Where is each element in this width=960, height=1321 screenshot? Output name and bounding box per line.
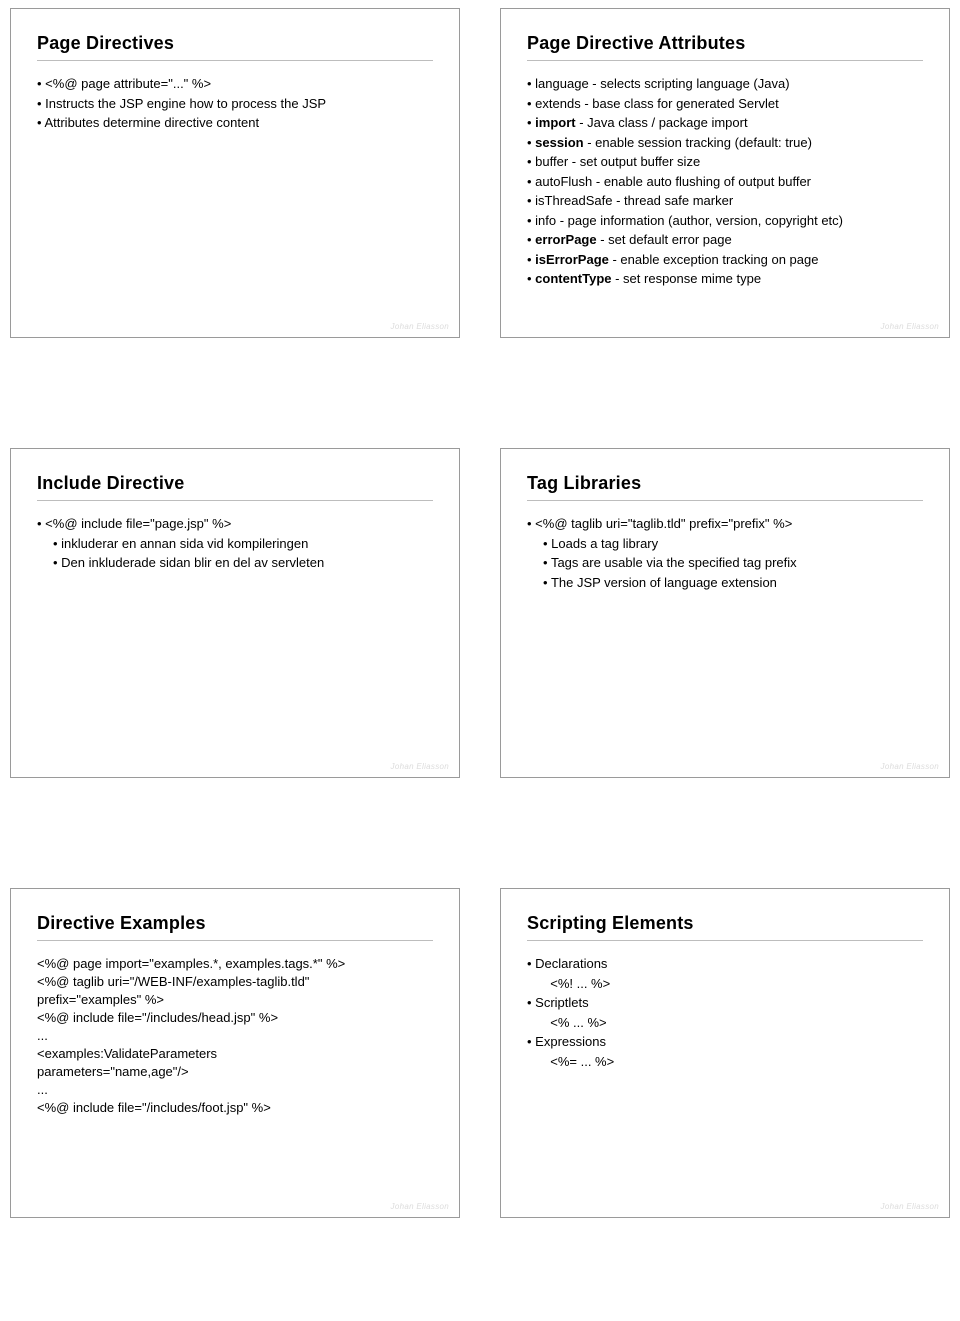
slide-body: Declarations <%! ... %> Scriptlets <% ..… [527, 955, 923, 1070]
slide-title: Tag Libraries [527, 473, 923, 494]
bullet-item: Scriptlets [527, 994, 923, 1012]
slide-row: Include Directive <%@ include file="page… [0, 448, 960, 778]
slide-row: Page Directives <%@ page attribute="..."… [0, 0, 960, 338]
slide-scripting-elements: Scripting Elements Declarations <%! ... … [500, 888, 950, 1218]
author-mark: Johan Eliasson [391, 1202, 449, 1211]
bullet-item: <%@ taglib uri="taglib.tld" prefix="pref… [527, 515, 923, 533]
divider [527, 60, 923, 61]
slide-body: <%@ page attribute="..." %> Instructs th… [37, 75, 433, 132]
bullet-item: <%@ include file="page.jsp" %> [37, 515, 433, 533]
bullet-list: <%@ include file="page.jsp" %> [37, 515, 433, 533]
syntax-text: <% ... %> [550, 1015, 606, 1030]
syntax-line: <% ... %> [543, 1014, 923, 1032]
syntax-line: <%= ... %> [543, 1053, 923, 1071]
syntax-text: <%! ... %> [550, 976, 610, 991]
divider [527, 500, 923, 501]
bullet-item: session - enable session tracking (defau… [527, 134, 923, 152]
slide-include-directive: Include Directive <%@ include file="page… [10, 448, 460, 778]
sub-bullet-list: <%! ... %> [527, 975, 923, 993]
bullet-item: isErrorPage - enable exception tracking … [527, 251, 923, 269]
bullet-list: <%@ page attribute="..." %> Instructs th… [37, 75, 433, 132]
bullet-item: info - page information (author, version… [527, 212, 923, 230]
sub-bullet-list: Loads a tag library Tags are usable via … [527, 535, 923, 592]
code-block: <%@ page import="examples.*, examples.ta… [37, 955, 433, 1116]
author-mark: Johan Eliasson [881, 322, 939, 331]
bullet-list: <%@ taglib uri="taglib.tld" prefix="pref… [527, 515, 923, 533]
bullet-list: Declarations [527, 955, 923, 973]
slide-tag-libraries: Tag Libraries <%@ taglib uri="taglib.tld… [500, 448, 950, 778]
author-mark: Johan Eliasson [391, 762, 449, 771]
divider [527, 940, 923, 941]
syntax-text: <%= ... %> [550, 1054, 614, 1069]
slide-title: Scripting Elements [527, 913, 923, 934]
bullet-item: isThreadSafe - thread safe marker [527, 192, 923, 210]
bullet-item: import - Java class / package import [527, 114, 923, 132]
divider [37, 60, 433, 61]
divider [37, 940, 433, 941]
bullet-item: language - selects scripting language (J… [527, 75, 923, 93]
sub-bullet-item: Tags are usable via the specified tag pr… [543, 554, 923, 572]
slide-page-directive-attributes: Page Directive Attributes language - sel… [500, 8, 950, 338]
sub-bullet-list: <%= ... %> [527, 1053, 923, 1071]
slide-body: <%@ page import="examples.*, examples.ta… [37, 955, 433, 1116]
bullet-item: Instructs the JSP engine how to process … [37, 95, 433, 113]
page: Page Directives <%@ page attribute="..."… [0, 0, 960, 1218]
bullet-item: autoFlush - enable auto flushing of outp… [527, 173, 923, 191]
sub-bullet-item: inkluderar en annan sida vid kompilering… [53, 535, 433, 553]
sub-bullet-list: <% ... %> [527, 1014, 923, 1032]
slide-body: language - selects scripting language (J… [527, 75, 923, 288]
slide-row: Directive Examples <%@ page import="exam… [0, 888, 960, 1218]
slide-title: Include Directive [37, 473, 433, 494]
slide-page-directives: Page Directives <%@ page attribute="..."… [10, 8, 460, 338]
bullet-list: language - selects scripting language (J… [527, 75, 923, 288]
divider [37, 500, 433, 501]
slide-directive-examples: Directive Examples <%@ page import="exam… [10, 888, 460, 1218]
slide-title: Page Directives [37, 33, 433, 54]
bullet-list: Expressions [527, 1033, 923, 1051]
slide-body: <%@ include file="page.jsp" %> inkludera… [37, 515, 433, 572]
syntax-line: <%! ... %> [543, 975, 923, 993]
author-mark: Johan Eliasson [881, 762, 939, 771]
sub-bullet-item: Den inkluderade sidan blir en del av ser… [53, 554, 433, 572]
slide-body: <%@ taglib uri="taglib.tld" prefix="pref… [527, 515, 923, 591]
bullet-item: extends - base class for generated Servl… [527, 95, 923, 113]
bullet-item: buffer - set output buffer size [527, 153, 923, 171]
author-mark: Johan Eliasson [391, 322, 449, 331]
slide-title: Page Directive Attributes [527, 33, 923, 54]
bullet-item: Expressions [527, 1033, 923, 1051]
sub-bullet-item: Loads a tag library [543, 535, 923, 553]
bullet-item: errorPage - set default error page [527, 231, 923, 249]
slide-title: Directive Examples [37, 913, 433, 934]
bullet-item: <%@ page attribute="..." %> [37, 75, 433, 93]
bullet-item: Attributes determine directive content [37, 114, 433, 132]
sub-bullet-item: The JSP version of language extension [543, 574, 923, 592]
author-mark: Johan Eliasson [881, 1202, 939, 1211]
sub-bullet-list: inkluderar en annan sida vid kompilering… [37, 535, 433, 572]
bullet-item: contentType - set response mime type [527, 270, 923, 288]
bullet-item: Declarations [527, 955, 923, 973]
bullet-list: Scriptlets [527, 994, 923, 1012]
